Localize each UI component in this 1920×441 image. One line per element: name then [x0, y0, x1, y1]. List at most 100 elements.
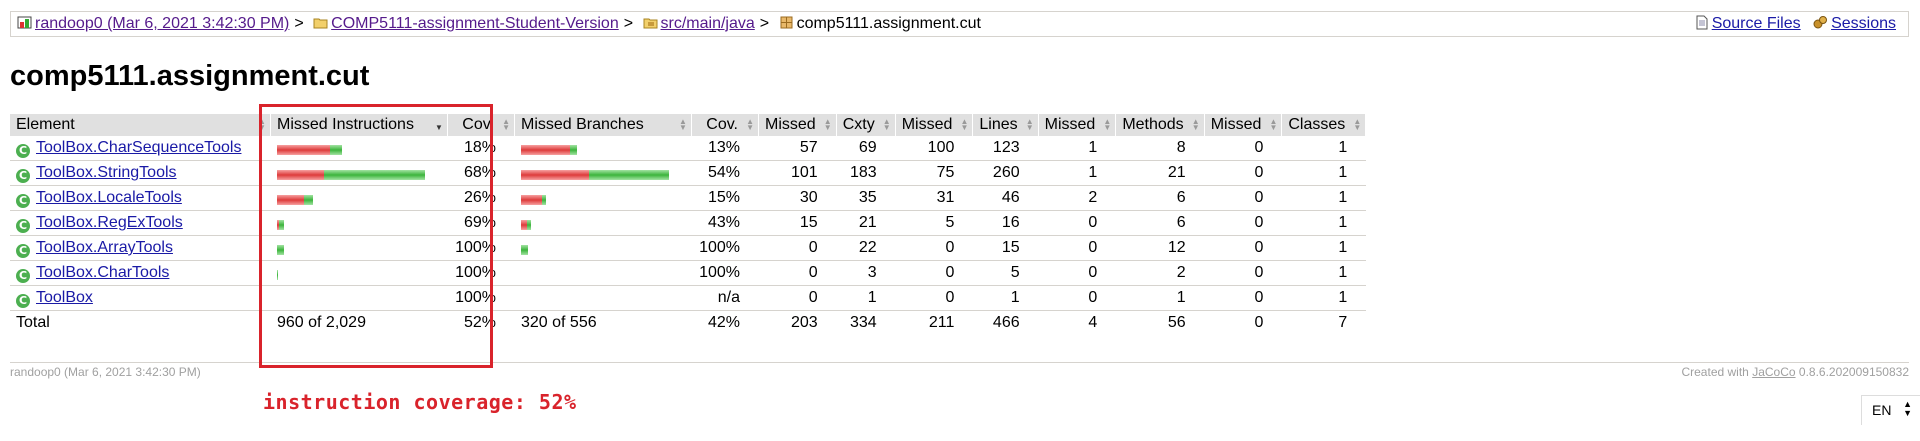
class-icon: C: [16, 244, 30, 258]
cxty-cell: 35: [836, 185, 896, 211]
header-lines-missed[interactable]: Missed ▲ ▼: [895, 114, 974, 136]
branch-coverage-bar: [521, 168, 669, 180]
breadcrumb-session-link[interactable]: randoop0 (Mar 6, 2021 3:42:30 PM): [35, 15, 289, 32]
total-classes: 7: [1281, 310, 1367, 335]
class-icon: C: [16, 169, 30, 183]
breadcrumb-path: randoop0 (Mar 6, 2021 3:42:30 PM) > COMP5…: [17, 12, 981, 36]
table-total-row: Total 960 of 2,029 52% 320 of 556 42% 20…: [10, 310, 1367, 335]
classes-missed-cell: 0: [1204, 260, 1283, 286]
methods-missed-cell: 1: [1038, 160, 1117, 186]
cxty-cell: 21: [836, 210, 896, 236]
element-link[interactable]: ToolBox: [36, 289, 93, 306]
cx-missed-cell: 57: [758, 136, 837, 161]
branch-coverage-bar-covered: [542, 194, 546, 205]
source-files-link[interactable]: Source Files: [1712, 15, 1801, 32]
classes-missed-cell: 0: [1204, 136, 1283, 161]
header-label: Element: [16, 116, 75, 133]
breadcrumb-source-folder-link[interactable]: src/main/java: [661, 15, 755, 32]
header-methods-missed[interactable]: Missed ▲ ▼: [1038, 114, 1117, 136]
header-branch-cov[interactable]: Cov. ▲ ▼: [691, 114, 759, 136]
cx-missed-cell: 101: [758, 160, 837, 186]
element-link[interactable]: ToolBox.ArrayTools: [36, 239, 173, 256]
branch-cov-cell: 43%: [691, 210, 759, 236]
total-cx-missed: 203: [758, 310, 837, 335]
lines-missed-cell: 0: [895, 260, 974, 286]
element-link[interactable]: ToolBox.CharSequenceTools: [36, 139, 241, 156]
lines-cell: 123: [972, 136, 1039, 161]
branch-coverage-bar-missed: [521, 194, 542, 205]
header-lines[interactable]: Lines ▲ ▼: [972, 114, 1039, 136]
footer-version: 0.8.6.202009150832: [1798, 365, 1909, 379]
element-cell: C ToolBox.CharSequenceTools: [10, 136, 271, 161]
class-icon: C: [16, 144, 30, 158]
lines-cell: 1: [972, 285, 1039, 311]
header-label: Missed: [765, 116, 816, 133]
cxty-cell: 69: [836, 136, 896, 161]
element-link[interactable]: ToolBox.RegExTools: [36, 214, 183, 231]
lines-missed-cell: 100: [895, 136, 974, 161]
methods-missed-cell: 0: [1038, 210, 1117, 236]
element-link[interactable]: ToolBox.StringTools: [36, 164, 177, 181]
sort-icon: ▲ ▼: [1269, 117, 1278, 132]
header-methods[interactable]: Methods ▲ ▼: [1115, 114, 1205, 136]
lines-missed-cell: 31: [895, 185, 974, 211]
branch-coverage-bar: [521, 218, 531, 230]
sort-icon: ▲ ▼: [502, 117, 510, 132]
methods-missed-cell: 0: [1038, 260, 1117, 286]
breadcrumb-separator: >: [759, 15, 770, 32]
classes-missed-cell: 0: [1204, 285, 1283, 311]
sort-icon: ▲ ▼: [1353, 117, 1362, 132]
cx-missed-cell: 0: [758, 235, 837, 261]
sort-icon: ▲ ▼: [679, 117, 687, 132]
cxty-cell: 183: [836, 160, 896, 186]
branch-coverage-bar-covered: [570, 144, 577, 155]
branch-coverage-bar-covered: [589, 169, 669, 180]
methods-cell: 8: [1115, 136, 1205, 161]
sort-icon: ▲ ▼: [960, 117, 969, 132]
total-cxty: 334: [836, 310, 896, 335]
header-cx-missed[interactable]: Missed ▲ ▼: [758, 114, 837, 136]
lines-missed-cell: 75: [895, 160, 974, 186]
header-classes[interactable]: Classes ▲ ▼: [1281, 114, 1367, 136]
sort-icon: ▲ ▼: [746, 117, 754, 132]
language-selector[interactable]: EN ▲ ▼: [1861, 395, 1920, 425]
header-label: Cov.: [706, 116, 738, 133]
classes-missed-cell: 0: [1204, 235, 1283, 261]
header-classes-missed[interactable]: Missed ▲ ▼: [1204, 114, 1283, 136]
element-cell: C ToolBox.RegExTools: [10, 210, 271, 236]
element-link[interactable]: ToolBox.CharTools: [36, 264, 169, 281]
cxty-cell: 3: [836, 260, 896, 286]
branch-cov-cell: 54%: [691, 160, 759, 186]
branch-bar-cell: [514, 235, 692, 261]
total-methods-missed: 4: [1038, 310, 1117, 335]
element-cell: C ToolBox.CharTools: [10, 260, 271, 286]
breadcrumb-project-link[interactable]: COMP5111-assignment-Student-Version: [331, 15, 619, 32]
sort-icon: ▲ ▼: [1025, 117, 1034, 132]
classes-missed-cell: 0: [1204, 185, 1283, 211]
header-label: Cxty: [842, 116, 875, 133]
element-link[interactable]: ToolBox.LocaleTools: [36, 189, 182, 206]
jacoco-link[interactable]: JaCoCo: [1752, 365, 1795, 379]
header-missed-branches[interactable]: Missed Branches ▲ ▼: [514, 114, 692, 136]
branch-cov-cell: 13%: [691, 136, 759, 161]
class-icon: C: [16, 194, 30, 208]
classes-missed-cell: 0: [1204, 160, 1283, 186]
breadcrumb-actions: Source Files Sessions: [1694, 12, 1896, 36]
branch-coverage-bar-covered: [521, 244, 528, 255]
sessions-link[interactable]: Sessions: [1831, 15, 1896, 32]
footer-credits: Created with JaCoCo 0.8.6.202009150832: [1681, 365, 1909, 379]
header-element[interactable]: Element ▲ ▼: [10, 114, 271, 136]
branch-cov-cell: 15%: [691, 185, 759, 211]
header-cxty[interactable]: Cxty ▲ ▼: [836, 114, 896, 136]
branch-coverage-bar-missed: [521, 169, 589, 180]
methods-cell: 21: [1115, 160, 1205, 186]
lines-cell: 16: [972, 210, 1039, 236]
coverage-table: Element ▲ ▼ Missed Instructions ▼ Cov. ▲ ▼ Mi…: [10, 114, 1367, 335]
element-cell: C ToolBox.StringTools: [10, 160, 271, 186]
element-cell: C ToolBox.LocaleTools: [10, 185, 271, 211]
breadcrumb-separator: >: [294, 15, 304, 32]
header-label: Classes: [1288, 116, 1346, 133]
table-row: C ToolBox.ArrayTools 100% 100% 0 22 0 15 0 12 0 1: [10, 235, 1367, 261]
sessions-icon: [1813, 14, 1828, 29]
folder-icon: [313, 14, 328, 29]
